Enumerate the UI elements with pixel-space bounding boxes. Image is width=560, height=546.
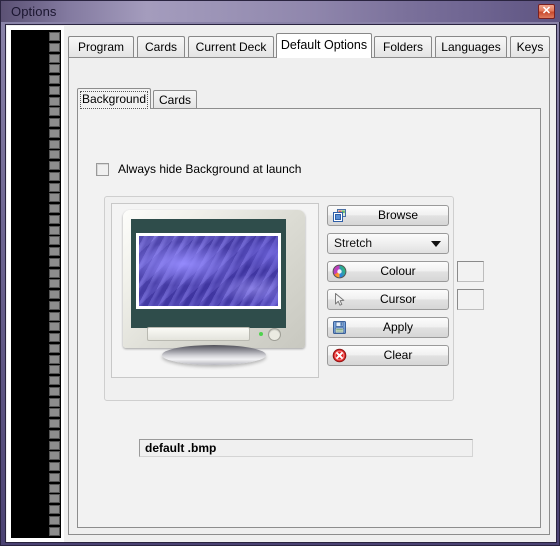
- wallpaper-preview-frame[interactable]: [111, 203, 319, 378]
- main-tab-strip: Program Cards Current Deck Default Optio…: [68, 33, 550, 58]
- monitor-bezel: [131, 219, 286, 328]
- tab-background[interactable]: Background: [77, 88, 151, 109]
- always-hide-background-label: Always hide Background at launch: [118, 162, 302, 176]
- tab-keys[interactable]: Keys: [510, 36, 550, 57]
- background-sub-tab-page: Always hide Background at launch Browse …: [77, 108, 541, 528]
- always-hide-background-row[interactable]: Always hide Background at launch: [96, 161, 301, 177]
- apply-button-label: Apply: [382, 320, 414, 334]
- window-title: Options: [11, 4, 57, 19]
- apply-button[interactable]: Apply: [327, 317, 449, 338]
- tab-program[interactable]: Program: [68, 36, 134, 57]
- clear-button[interactable]: Clear: [327, 345, 449, 366]
- title-bar[interactable]: Options ✕: [1, 1, 560, 22]
- copy-windows-icon: [332, 208, 347, 223]
- floppy-disk-icon: [332, 320, 347, 335]
- stretch-mode-value: Stretch: [334, 236, 373, 250]
- stretch-mode-select[interactable]: Stretch: [327, 233, 449, 254]
- colour-wheel-icon: [332, 264, 347, 279]
- background-preview-group: Browse Stretch Colour Cursor Apply Clear…: [104, 196, 484, 457]
- filmstrip-sprockets-icon: [49, 30, 60, 538]
- background-controls: Browse Stretch Colour Cursor Apply Clear: [327, 205, 484, 373]
- red-cross-octagon-icon: [332, 348, 347, 363]
- cursor-button[interactable]: Cursor: [327, 289, 449, 310]
- monitor-stand: [162, 345, 266, 365]
- window-client-area: Tarot of Dreams Tarot of Dreams Tarot of…: [5, 24, 557, 543]
- clear-button-label: Clear: [383, 348, 413, 362]
- chevron-down-icon: [431, 241, 441, 247]
- background-filename-value: default .bmp: [145, 441, 217, 455]
- tab-current-deck[interactable]: Current Deck: [188, 36, 274, 57]
- options-window: Options ✕ Tarot of Dreams Tarot of Dream…: [0, 0, 560, 546]
- background-filename-field[interactable]: default .bmp: [139, 439, 473, 457]
- filmstrip-banner: Tarot of Dreams Tarot of Dreams Tarot of…: [7, 26, 64, 542]
- wallpaper-thumbnail: [136, 233, 281, 309]
- default-options-tab-page: Background Cards Always hide Background …: [68, 57, 550, 535]
- close-icon: ✕: [541, 5, 552, 17]
- always-hide-background-checkbox[interactable]: [96, 162, 109, 176]
- filmstrip-body: Tarot of Dreams Tarot of Dreams Tarot of…: [11, 30, 61, 538]
- power-led-icon: [259, 332, 263, 336]
- tab-default-options[interactable]: Default Options: [276, 33, 372, 58]
- colour-button[interactable]: Colour: [327, 261, 449, 282]
- tab-languages[interactable]: Languages: [435, 36, 507, 57]
- cursor-button-label: Cursor: [379, 292, 416, 306]
- sub-tab-strip: Background Cards: [77, 88, 541, 109]
- monitor-control-panel: [147, 327, 250, 341]
- focus-ring: [80, 91, 148, 109]
- tab-folders[interactable]: Folders: [374, 36, 432, 57]
- colour-button-label: Colour: [380, 264, 416, 278]
- colour-swatch[interactable]: [457, 261, 484, 282]
- browse-button[interactable]: Browse: [327, 205, 449, 226]
- tab-cards[interactable]: Cards: [137, 36, 185, 57]
- power-button-icon: [268, 328, 281, 341]
- cursor-swatch[interactable]: [457, 289, 484, 310]
- close-button[interactable]: ✕: [538, 4, 555, 19]
- crt-monitor-icon: [123, 210, 305, 348]
- wallpaper-image: [139, 236, 278, 306]
- monitor-chin: [131, 325, 286, 343]
- mouse-pointer-icon: [332, 292, 347, 307]
- tab-cards-inner[interactable]: Cards: [153, 90, 197, 109]
- browse-button-label: Browse: [377, 208, 418, 222]
